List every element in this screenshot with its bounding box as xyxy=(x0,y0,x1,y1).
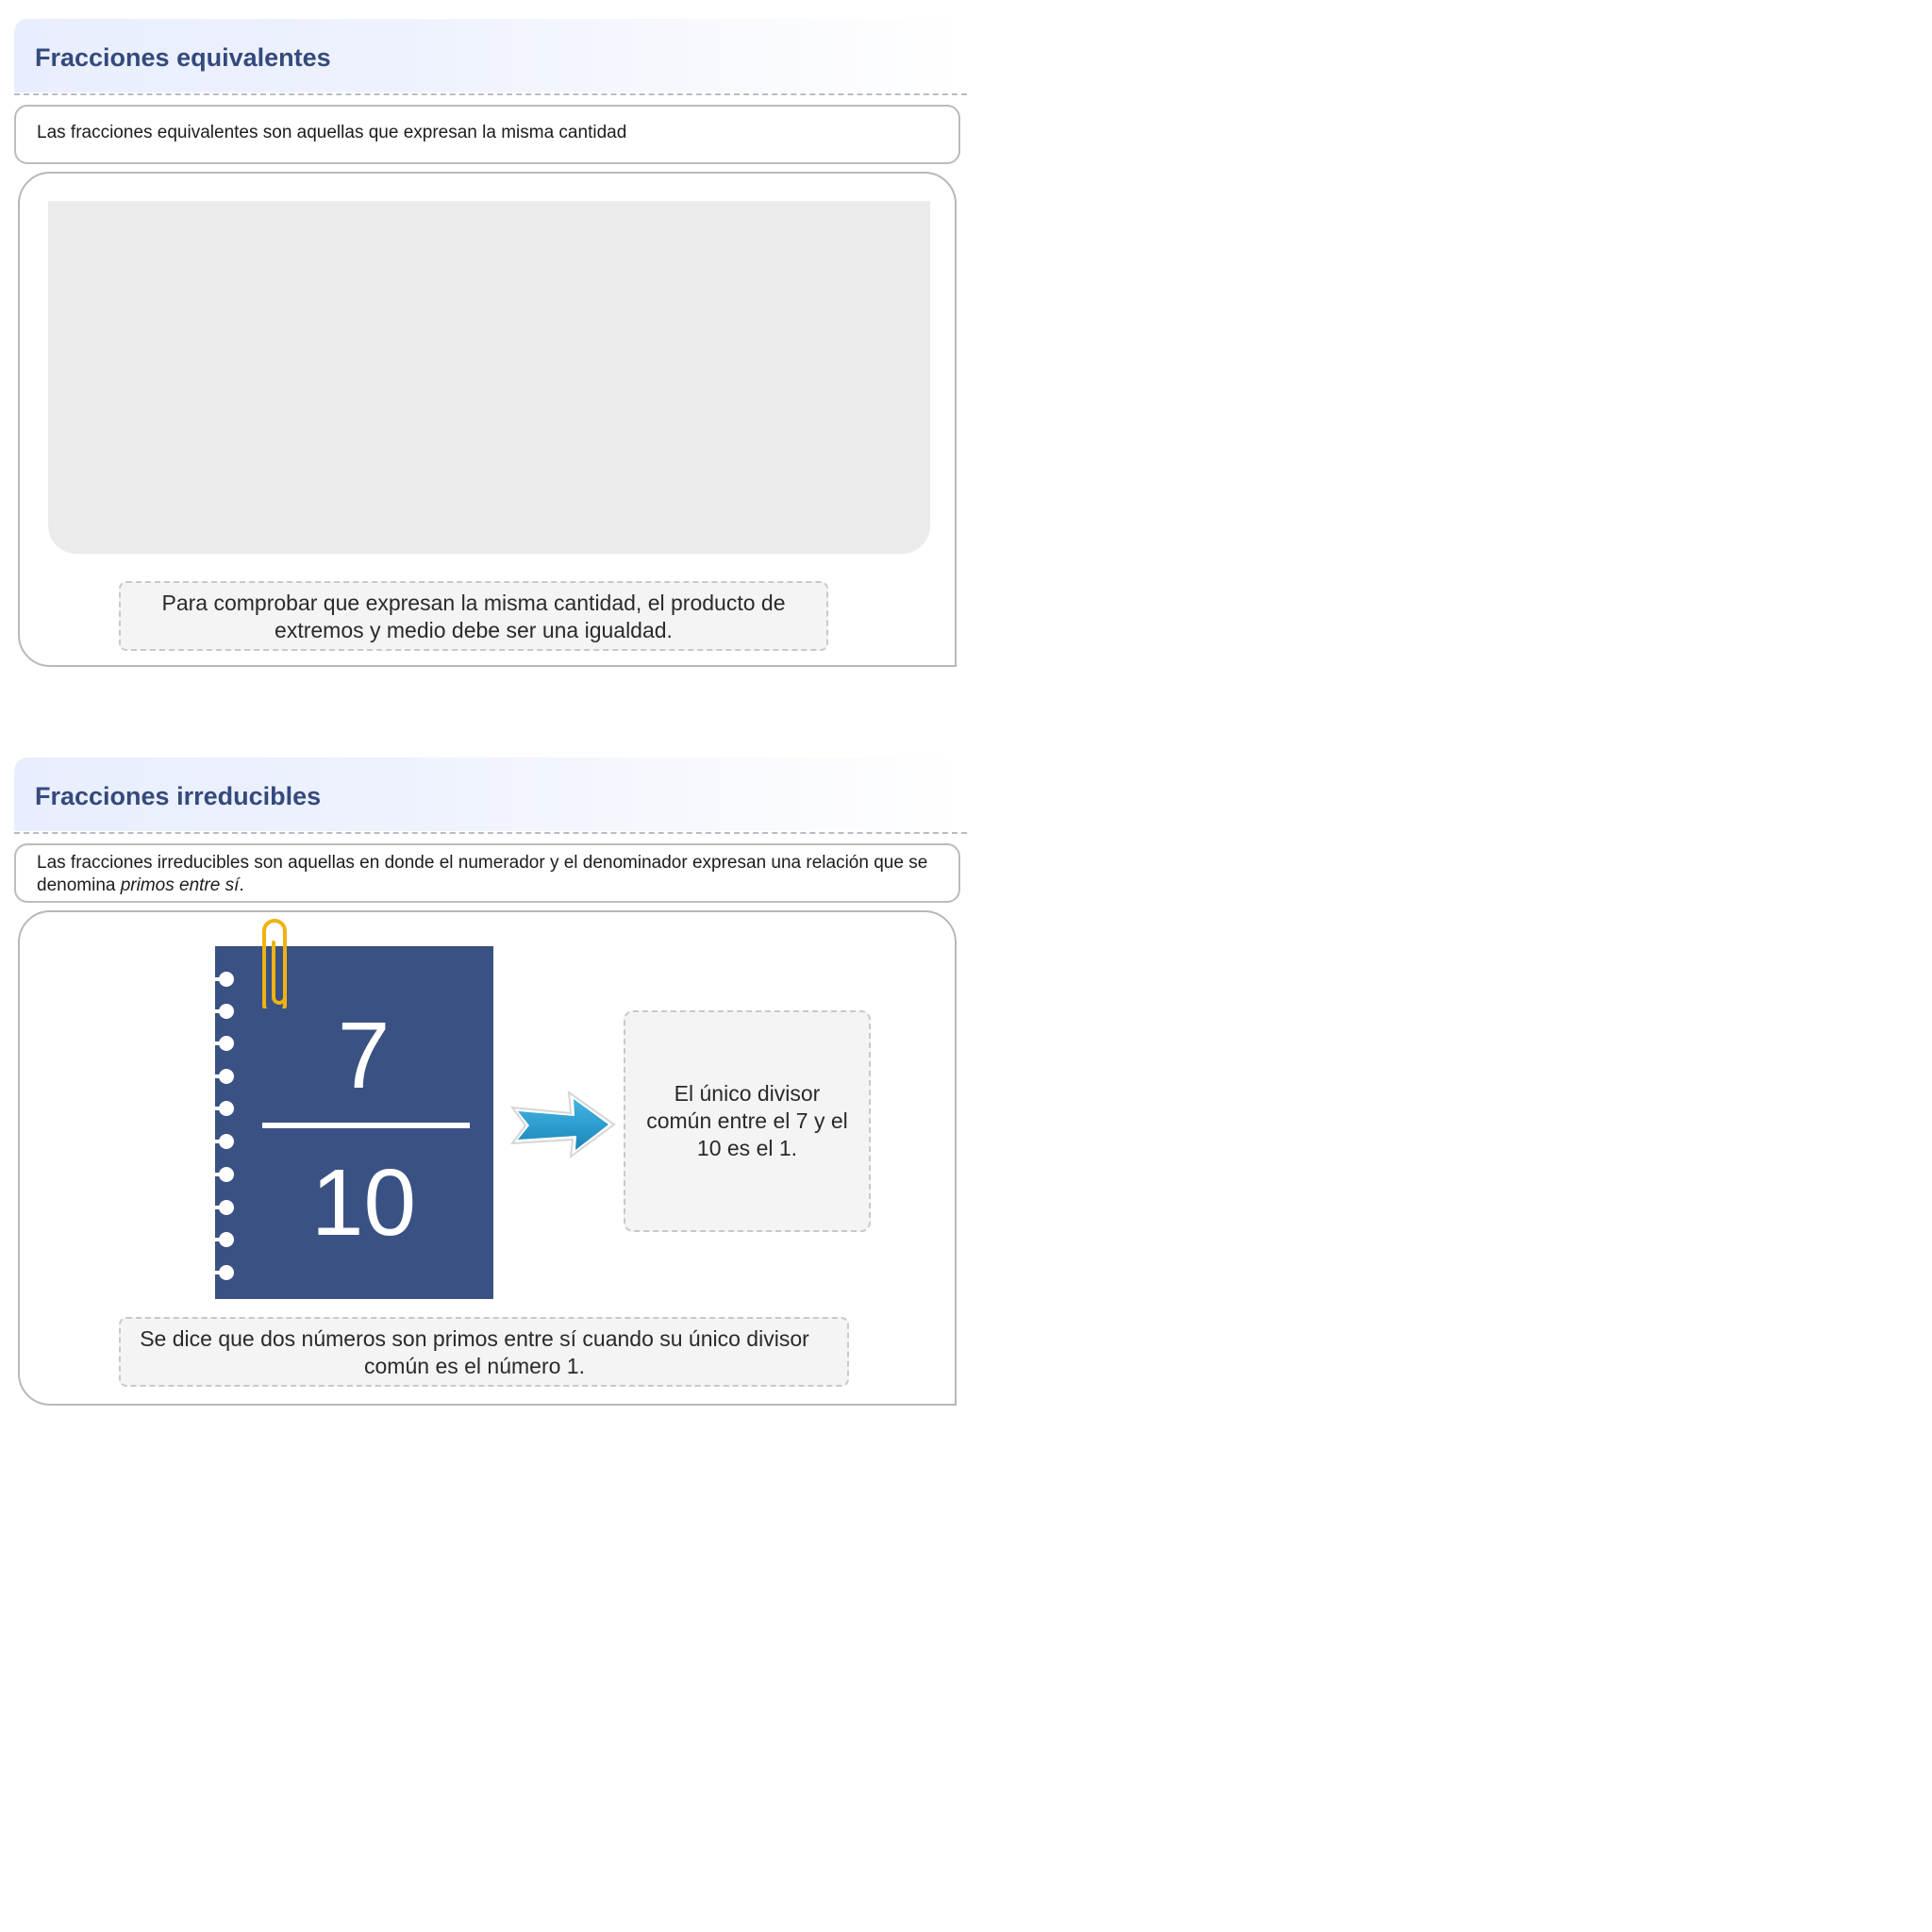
section-header-irreducibles: Fracciones irreducibles xyxy=(14,758,967,831)
fraction-bar xyxy=(262,1123,470,1128)
section-title: Fracciones equivalentes xyxy=(35,43,331,72)
ring xyxy=(211,1134,234,1149)
content-panel-equivalentes: Para comprobar que expresan la misma can… xyxy=(18,172,957,667)
caption-text: Se dice que dos números son primos entre… xyxy=(140,1326,809,1378)
notebook: 7 10 xyxy=(211,919,493,1299)
divider xyxy=(14,93,967,95)
denominator: 10 xyxy=(310,1150,417,1256)
image-placeholder xyxy=(48,201,930,554)
description-italic: primos entre sí xyxy=(120,875,240,895)
divider xyxy=(14,832,967,834)
note-text: El único divisor común entre el 7 y el 1… xyxy=(646,1081,848,1160)
caption-text: Para comprobar que expresan la misma can… xyxy=(161,591,786,642)
paperclip-icon xyxy=(262,919,287,1008)
numerator: 7 xyxy=(337,1003,391,1108)
section-title: Fracciones irreducibles xyxy=(35,782,322,810)
content-panel-irreducibles: 7 10 El único divisor común entre el 7 y… xyxy=(18,910,957,1406)
note-box: El único divisor común entre el 7 y el 1… xyxy=(624,1010,871,1232)
ring xyxy=(211,1101,234,1116)
description-box: Las fracciones equivalentes son aquellas… xyxy=(14,105,960,164)
ring xyxy=(211,972,234,987)
caption-box: Para comprobar que expresan la misma can… xyxy=(119,581,828,651)
section-header-equivalentes: Fracciones equivalentes xyxy=(14,19,967,92)
description-end: . xyxy=(239,875,244,895)
arrow-right-icon xyxy=(509,1090,616,1159)
description-text: Las fracciones equivalentes son aquellas… xyxy=(37,123,627,142)
ring xyxy=(211,1265,234,1280)
description-box: Las fracciones irreducibles son aquellas… xyxy=(14,843,960,903)
caption-box: Se dice que dos números son primos entre… xyxy=(119,1317,849,1387)
